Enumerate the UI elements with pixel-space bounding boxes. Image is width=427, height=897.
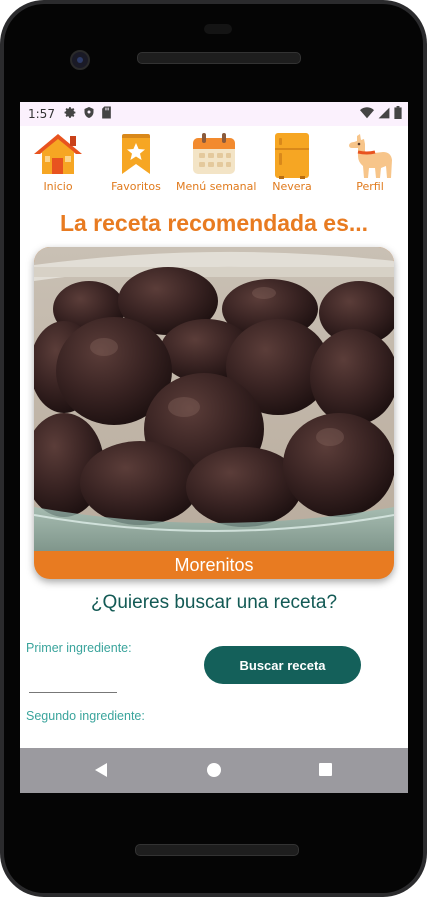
status-icons-right [360, 106, 402, 119]
nav-label: Inicio [43, 180, 73, 193]
nav-label: Favoritos [111, 180, 161, 193]
llama-icon [349, 134, 392, 178]
status-icons-left [64, 106, 112, 119]
nav-item-favoritos[interactable]: Favoritos [98, 128, 174, 198]
nav-item-menu-semanal[interactable]: Menú semanal [176, 128, 257, 198]
recommended-recipe-card[interactable]: Morenitos [34, 247, 394, 579]
earpiece-speaker [137, 52, 301, 64]
top-navigation: Inicio Favoritos Menú semanal Nevera Per… [20, 128, 408, 198]
app-screen: 1:57 Inicio Favoritos Menú semanal Never… [20, 102, 408, 793]
nav-item-inicio[interactable]: Inicio [20, 128, 96, 198]
first-ingredient-input[interactable] [29, 672, 117, 693]
calendar-icon [193, 133, 235, 174]
bookmark-star-icon [122, 134, 150, 174]
fridge-icon [275, 133, 309, 179]
first-ingredient-label: Primer ingrediente: [26, 641, 132, 655]
wifi-icon [360, 106, 374, 118]
nav-label: Menú semanal [176, 180, 257, 193]
nav-item-perfil[interactable]: Perfil [332, 128, 408, 198]
cell-signal-icon [378, 107, 390, 118]
page-title: La receta recomendada es... [59, 210, 369, 236]
nav-label: Nevera [272, 180, 312, 193]
nav-item-nevera[interactable]: Nevera [254, 128, 330, 198]
gear-icon [64, 107, 76, 118]
recipe-photo [34, 247, 394, 551]
battery-icon [394, 106, 402, 119]
shield-icon [84, 107, 94, 118]
home-icon[interactable] [206, 762, 222, 778]
search-recipe-button[interactable]: Buscar receta [204, 646, 361, 684]
status-time: 1:57 [28, 107, 55, 121]
search-question: ¿Quieres buscar una receta? [90, 592, 338, 613]
recents-icon[interactable] [318, 762, 333, 777]
recipe-name: Morenitos [174, 555, 254, 575]
house-icon [34, 134, 82, 174]
proximity-sensor [204, 24, 232, 34]
front-camera-icon [70, 50, 90, 70]
back-icon[interactable] [93, 762, 109, 778]
second-ingredient-label: Segundo ingrediente: [26, 709, 145, 723]
system-navigation-bar [20, 748, 408, 793]
bottom-speaker [135, 844, 299, 856]
nav-label: Perfil [356, 180, 384, 193]
status-bar: 1:57 [20, 102, 408, 126]
sd-card-icon [102, 106, 111, 119]
